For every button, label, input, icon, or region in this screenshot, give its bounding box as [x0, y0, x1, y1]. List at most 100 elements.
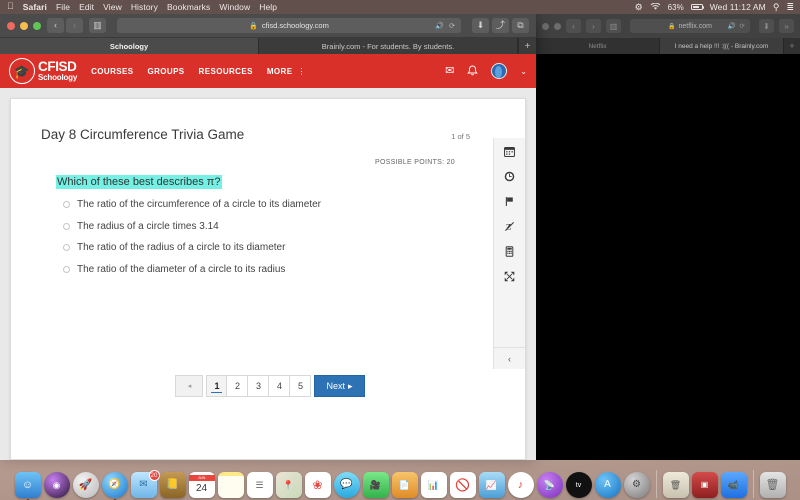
close-button-inactive[interactable] — [542, 23, 549, 30]
dock-item-apple-tv[interactable]: tv — [566, 472, 592, 498]
new-tab-button[interactable]: + — [518, 38, 536, 54]
menu-item-view[interactable]: View — [103, 2, 122, 12]
answer-option[interactable]: The ratio of the circumference of a circ… — [63, 199, 321, 210]
sidebar-toggle-bg[interactable]: ▥ — [606, 19, 621, 33]
back-button-bg[interactable]: ‹ — [566, 19, 581, 33]
dock-item-calendar[interactable]: JUN 24 — [189, 472, 215, 498]
safari-window-front[interactable]: ‹ › ▥ 🔒 cfisd.schoology.com 🔊 ⟳ ⬇ ⤴ ⧉ Sc… — [0, 14, 536, 460]
speaker-icon[interactable]: 🔊 — [435, 22, 444, 30]
dock-item-music[interactable]: ♪ — [508, 472, 534, 498]
sidebar-toggle-button[interactable]: ▥ — [89, 18, 106, 33]
fullscreen-icon[interactable] — [504, 271, 515, 282]
wifi-icon[interactable] — [650, 3, 661, 11]
tab-overview-button[interactable]: ⧉ — [512, 18, 529, 33]
calculator-icon[interactable] — [504, 246, 515, 257]
spotlight-search-icon[interactable]: ⚲ — [773, 2, 780, 13]
tab-schoology[interactable]: Schoology — [0, 38, 259, 54]
page-button-1[interactable]: 1 — [206, 375, 227, 397]
dock-item-maps[interactable]: 📍 — [276, 472, 302, 498]
calendar-icon[interactable] — [504, 146, 515, 157]
next-button[interactable]: Next ▸ — [314, 375, 364, 397]
dock-item-app-store[interactable]: A — [595, 472, 621, 498]
new-tab-button-bg[interactable]: + — [784, 38, 800, 54]
control-center-icon[interactable]: ≣ — [786, 2, 794, 13]
more-toolbar-button-bg[interactable]: » — [779, 19, 794, 33]
chevron-down-icon[interactable]: ⌄ — [520, 67, 527, 76]
page-button-3[interactable]: 3 — [248, 375, 269, 397]
nav-link-courses[interactable]: COURSES — [91, 67, 133, 76]
close-button[interactable] — [7, 22, 15, 30]
dock-item-podcasts[interactable]: 📡 — [537, 472, 563, 498]
dock-item-reminders[interactable]: ☰ — [247, 472, 273, 498]
bluetooth-icon[interactable]: ⚙ — [635, 2, 643, 13]
dock-item-calculator[interactable]: 🗑 — [663, 472, 689, 498]
dock-item-siri[interactable]: ◉ — [44, 472, 70, 498]
tab-brainly-help[interactable]: I need a help !!! :|(( - Brainly.com — [660, 38, 784, 54]
dock-item-safari[interactable]: 🧭 — [102, 472, 128, 498]
dock-item-messages[interactable]: 💬 — [334, 472, 360, 498]
mail-icon[interactable]: ✉ — [445, 66, 454, 77]
share-button[interactable]: ⤴ — [492, 18, 509, 33]
dock-item-contacts[interactable]: 📒 — [160, 472, 186, 498]
minimize-button[interactable] — [20, 22, 28, 30]
clock-icon[interactable] — [504, 171, 515, 182]
nav-link-more[interactable]: MORE — [267, 67, 293, 76]
menu-item-bookmarks[interactable]: Bookmarks — [167, 2, 210, 12]
apple-menu-icon[interactable]:  — [7, 2, 14, 11]
dock-item-notes[interactable] — [218, 472, 244, 498]
answer-option[interactable]: The ratio of the diameter of a circle to… — [63, 264, 321, 275]
avatar[interactable] — [491, 63, 507, 79]
nav-link-groups[interactable]: GROUPS — [147, 67, 184, 76]
forward-button-bg[interactable]: › — [586, 19, 601, 33]
more-kebab-icon[interactable]: ⋮ — [297, 67, 305, 76]
page-button-2[interactable]: 2 — [227, 375, 248, 397]
downloads-button-bg[interactable]: ⬇ — [759, 19, 774, 33]
schoology-logo[interactable]: 🎓 CFISD Schoology — [9, 58, 77, 84]
menu-item-window[interactable]: Window — [219, 2, 250, 12]
dock-item-launchpad[interactable]: 🚀 — [73, 472, 99, 498]
radio-button[interactable] — [63, 266, 70, 273]
page-button-5[interactable]: 5 — [290, 375, 311, 397]
safari-window-background[interactable]: ‹ › ▥ 🔒 netflix.com 🔊 ⟳ ⬇ » Netflix I ne… — [536, 14, 800, 460]
answer-option[interactable]: The ratio of the radius of a circle to i… — [63, 242, 321, 253]
dock-item-mail[interactable]: ✉ 20 — [131, 472, 157, 498]
strikethrough-icon[interactable]: Z — [504, 221, 515, 232]
forward-button[interactable]: › — [66, 18, 83, 33]
previous-page-button[interactable]: ◂ — [175, 375, 203, 397]
dock-item-keynote[interactable]: 📈 — [479, 472, 505, 498]
battery-icon[interactable] — [691, 4, 703, 11]
menu-item-history[interactable]: History — [131, 2, 158, 12]
flag-icon[interactable] — [504, 196, 515, 207]
minimize-button-inactive[interactable] — [554, 23, 561, 30]
dock-item-facetime[interactable]: 🎥 — [363, 472, 389, 498]
menu-bar-clock[interactable]: Wed 11:12 AM — [710, 2, 766, 12]
dock-item-finder[interactable]: ☺ — [15, 472, 41, 498]
radio-button[interactable] — [63, 244, 70, 251]
dock-item-system-preferences[interactable]: ⚙ — [624, 472, 650, 498]
address-bar-bg[interactable]: 🔒 netflix.com 🔊 ⟳ — [630, 19, 750, 33]
nav-link-resources[interactable]: RESOURCES — [199, 67, 253, 76]
menu-item-file[interactable]: File — [56, 2, 70, 12]
back-button[interactable]: ‹ — [47, 18, 64, 33]
maximize-button[interactable] — [33, 22, 41, 30]
tab-netflix[interactable]: Netflix — [536, 38, 660, 54]
reload-icon-bg[interactable]: ⟳ — [740, 22, 745, 30]
dock-item-numbers[interactable]: 📊 — [421, 472, 447, 498]
radio-button[interactable] — [63, 223, 70, 230]
menu-item-edit[interactable]: Edit — [79, 2, 94, 12]
menu-item-safari[interactable]: Safari — [23, 2, 47, 12]
dock-item-news[interactable]: 🚫 — [450, 472, 476, 498]
address-bar[interactable]: 🔒 cfisd.schoology.com 🔊 ⟳ — [117, 18, 461, 33]
collapse-rail-button[interactable]: ‹ — [494, 347, 525, 369]
answer-option[interactable]: The radius of a circle times 3.14 — [63, 221, 321, 232]
reload-icon[interactable]: ⟳ — [449, 22, 455, 30]
dock-item-photo-booth[interactable]: ▣ — [692, 472, 718, 498]
dock-item-trash[interactable]: 🗑 — [760, 472, 786, 498]
dock-item-photos[interactable]: ❀ — [305, 472, 331, 498]
dock-item-pages[interactable]: 📄 — [392, 472, 418, 498]
speaker-icon-bg[interactable]: 🔊 — [727, 22, 735, 30]
downloads-button[interactable]: ⬇ — [472, 18, 489, 33]
bell-icon[interactable] — [467, 65, 478, 77]
page-button-4[interactable]: 4 — [269, 375, 290, 397]
menu-item-help[interactable]: Help — [259, 2, 277, 12]
